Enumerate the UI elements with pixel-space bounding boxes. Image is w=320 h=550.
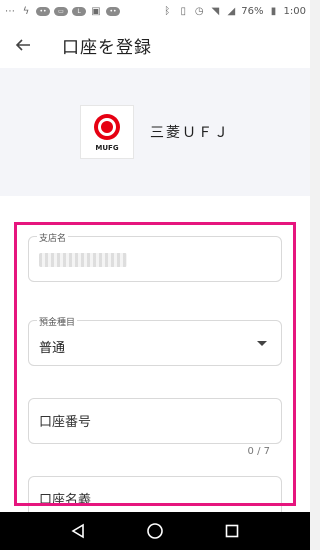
signal-icon: ◢ xyxy=(227,5,236,17)
deposit-type-label: 預金種目 xyxy=(37,315,78,328)
arrow-left-icon xyxy=(15,39,30,51)
account-form: 支店名 預金種目 普通 口座番号 0 / 7 口座名義 xyxy=(0,196,310,512)
notification-icon: ▣ xyxy=(91,5,101,17)
deposit-type-value: 普通 xyxy=(39,341,66,356)
branch-field[interactable]: 支店名 xyxy=(28,231,282,282)
alarm-icon: ◷ xyxy=(194,5,204,17)
mufg-logo-icon xyxy=(94,114,120,140)
app-bar: 口座を登録 xyxy=(0,22,310,68)
more-icon: ⋯ xyxy=(5,5,15,17)
bank-name: 三菱ＵＦＪ xyxy=(150,125,230,141)
account-name-placeholder: 口座名義 xyxy=(39,493,92,508)
square-recents-icon xyxy=(225,524,238,538)
nav-home-button[interactable] xyxy=(140,516,170,546)
account-number-counter: 0 / 7 xyxy=(247,446,270,457)
dropdown-arrow-icon xyxy=(257,341,267,346)
account-number-placeholder: 口座番号 xyxy=(39,415,92,430)
line-icon: L xyxy=(72,6,86,16)
account-number-field[interactable]: 口座番号 xyxy=(28,398,282,444)
status-bar: ⋯ ϟ •• ▭ L ▣ •• ᛒ ▯ ◷ ◥ ◢ 76% ▮ 1:00 xyxy=(0,0,310,22)
deposit-type-select[interactable]: 預金種目 普通 xyxy=(28,315,282,366)
app-notification-icon: •• xyxy=(36,6,50,16)
clock: 1:00 xyxy=(283,5,306,17)
app-notification-icon: •• xyxy=(106,6,120,16)
triangle-back-icon xyxy=(71,523,85,539)
bank-logo-text: MUFG xyxy=(95,144,119,152)
vibrate-icon: ▯ xyxy=(180,5,187,17)
battery-icon: ▮ xyxy=(270,5,277,17)
bluetooth-icon: ᛒ xyxy=(164,5,171,17)
wifi-icon: ◥ xyxy=(211,5,220,17)
back-button[interactable] xyxy=(0,22,46,68)
nav-recents-button[interactable] xyxy=(217,516,247,546)
flash-icon: ϟ xyxy=(22,5,30,17)
bank-logo: MUFG xyxy=(80,105,134,159)
branch-label: 支店名 xyxy=(37,231,69,244)
account-name-field[interactable]: 口座名義 xyxy=(28,476,282,512)
circle-home-icon xyxy=(147,523,163,539)
bank-header: MUFG 三菱ＵＦＪ xyxy=(0,68,310,196)
nav-back-button[interactable] xyxy=(63,516,93,546)
navigation-bar xyxy=(0,512,310,550)
battery-level: 76% xyxy=(241,5,264,17)
branch-value-blurred xyxy=(39,253,127,267)
app-notification-icon: ▭ xyxy=(54,6,68,16)
page-title: 口座を登録 xyxy=(62,37,152,58)
